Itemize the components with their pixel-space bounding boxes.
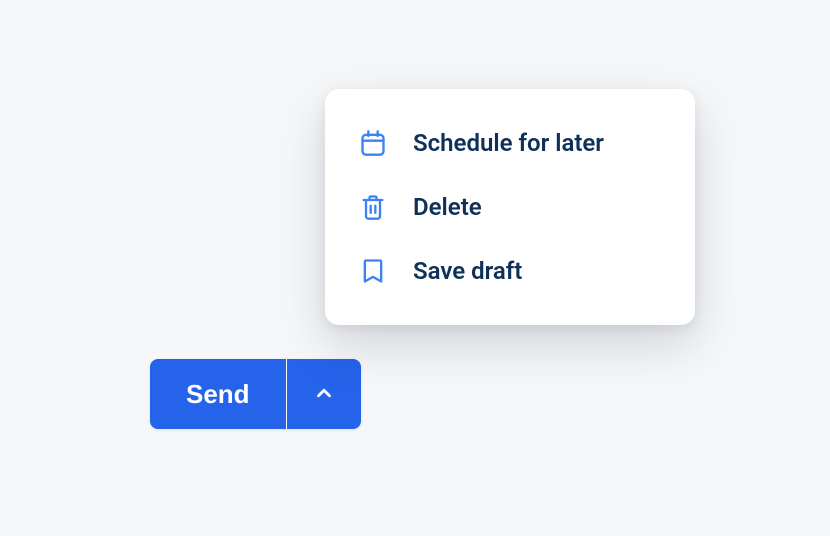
- dropdown-toggle-button[interactable]: [287, 359, 361, 429]
- menu-item-label: Save draft: [413, 257, 522, 285]
- menu-item-schedule[interactable]: Schedule for later: [325, 111, 695, 175]
- send-button[interactable]: Send: [150, 359, 286, 429]
- menu-item-label: Schedule for later: [413, 129, 604, 157]
- bookmark-icon: [359, 257, 387, 285]
- menu-item-save-draft[interactable]: Save draft: [325, 239, 695, 303]
- calendar-icon: [359, 129, 387, 157]
- trash-icon: [359, 193, 387, 221]
- send-button-label: Send: [186, 379, 250, 410]
- dropdown-menu: Schedule for later Delete Save draft: [325, 89, 695, 325]
- chevron-up-icon: [313, 382, 335, 407]
- send-button-group: Send: [150, 359, 361, 429]
- menu-item-delete[interactable]: Delete: [325, 175, 695, 239]
- menu-item-label: Delete: [413, 193, 482, 221]
